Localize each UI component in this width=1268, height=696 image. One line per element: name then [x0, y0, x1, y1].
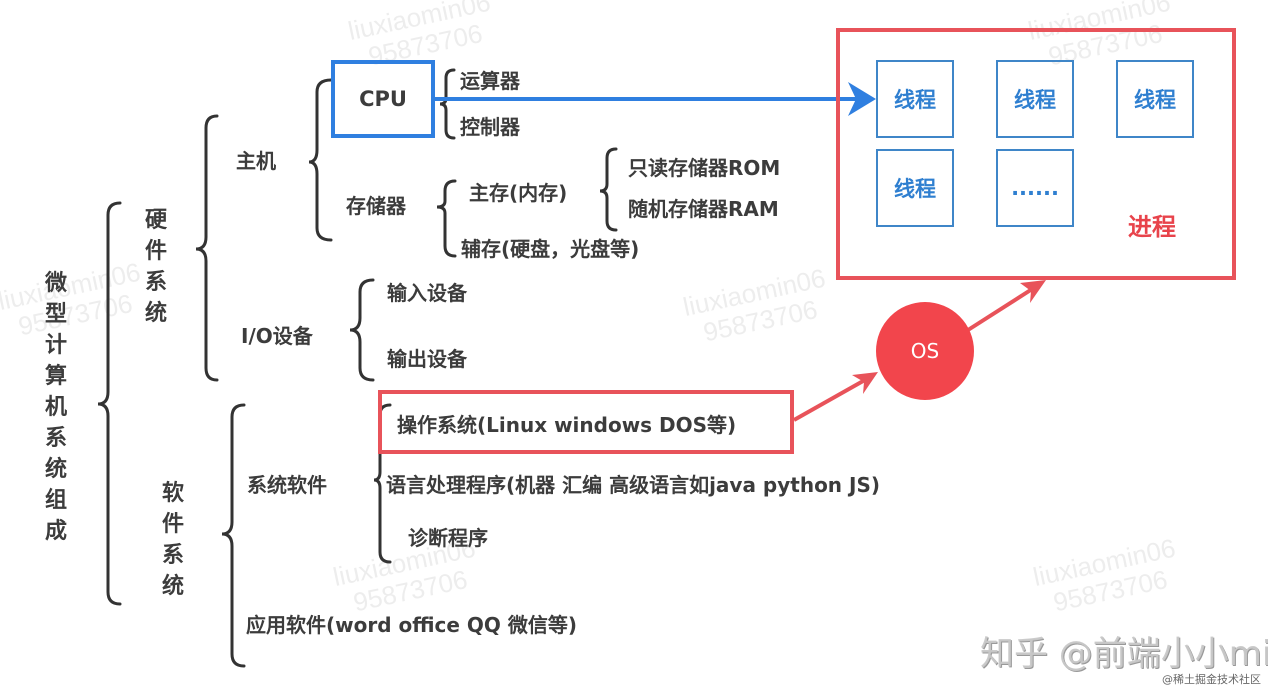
brace-cpu: [439, 68, 456, 140]
brace-software: [221, 403, 246, 668]
alu-label: 运算器: [460, 69, 520, 93]
os-node-label: OS: [910, 339, 940, 363]
thread-ellipsis-label: ......: [1011, 176, 1059, 200]
thread-box-ellipsis: ......: [996, 149, 1074, 227]
process-label: 进程: [1128, 213, 1176, 241]
brace-io: [349, 278, 375, 382]
os-box-to-os-arrow: [793, 374, 873, 422]
thread-label: 线程: [894, 88, 936, 112]
application-software-label: 应用软件(word office QQ 微信等): [246, 613, 578, 637]
root-label: 微型计算机系统组成: [44, 271, 67, 544]
thread-label: 线程: [1014, 88, 1056, 112]
os-to-process-arrowhead: [1020, 280, 1046, 303]
juejin-watermark: @稀土掘金技术社区: [1162, 673, 1261, 686]
main-memory-label: 主存(内存): [469, 181, 568, 205]
thread-label: 线程: [894, 177, 936, 201]
system-software-label: 系统软件: [247, 473, 327, 497]
brace-storage: [436, 179, 457, 258]
hardware-system-label: 硬件系统: [144, 208, 167, 326]
control-unit-label: 控制器: [460, 115, 520, 139]
host-label: 主机: [236, 149, 276, 173]
thread-box: 线程: [1116, 60, 1194, 138]
output-devices-label: 输出设备: [387, 347, 467, 371]
operating-system-label: 操作系统(Linux windows DOS等): [397, 413, 737, 437]
storage-label: 存储器: [346, 194, 406, 218]
brace-hardware: [195, 114, 219, 382]
brace-root: [97, 201, 122, 606]
software-system-label: 软件系统: [161, 481, 184, 599]
cpu-box: CPU: [331, 60, 435, 138]
cpu-label: CPU: [359, 87, 407, 111]
brace-main-memory: [599, 147, 618, 232]
os-to-process-arrow: [966, 282, 1042, 332]
diagnostic-program-label: 诊断程序: [408, 526, 488, 550]
aux-memory-label: 辅存(硬盘，光盘等): [461, 237, 640, 261]
zhihu-watermark: 知乎 @前端小小mi: [980, 634, 1268, 674]
language-processor-label: 语言处理程序(机器 汇编 高级语言如java python JS): [386, 473, 880, 497]
brace-host: [308, 78, 333, 242]
ram-label: 随机存储器RAM: [628, 197, 779, 221]
rom-label: 只读存储器ROM: [628, 156, 781, 180]
thread-label: 线程: [1134, 88, 1176, 112]
input-devices-label: 输入设备: [387, 281, 467, 305]
thread-box: 线程: [876, 60, 954, 138]
thread-box: 线程: [996, 60, 1074, 138]
os-node: OS: [876, 302, 974, 400]
thread-box: 线程: [876, 149, 954, 227]
io-devices-label: I/O设备: [241, 324, 313, 348]
